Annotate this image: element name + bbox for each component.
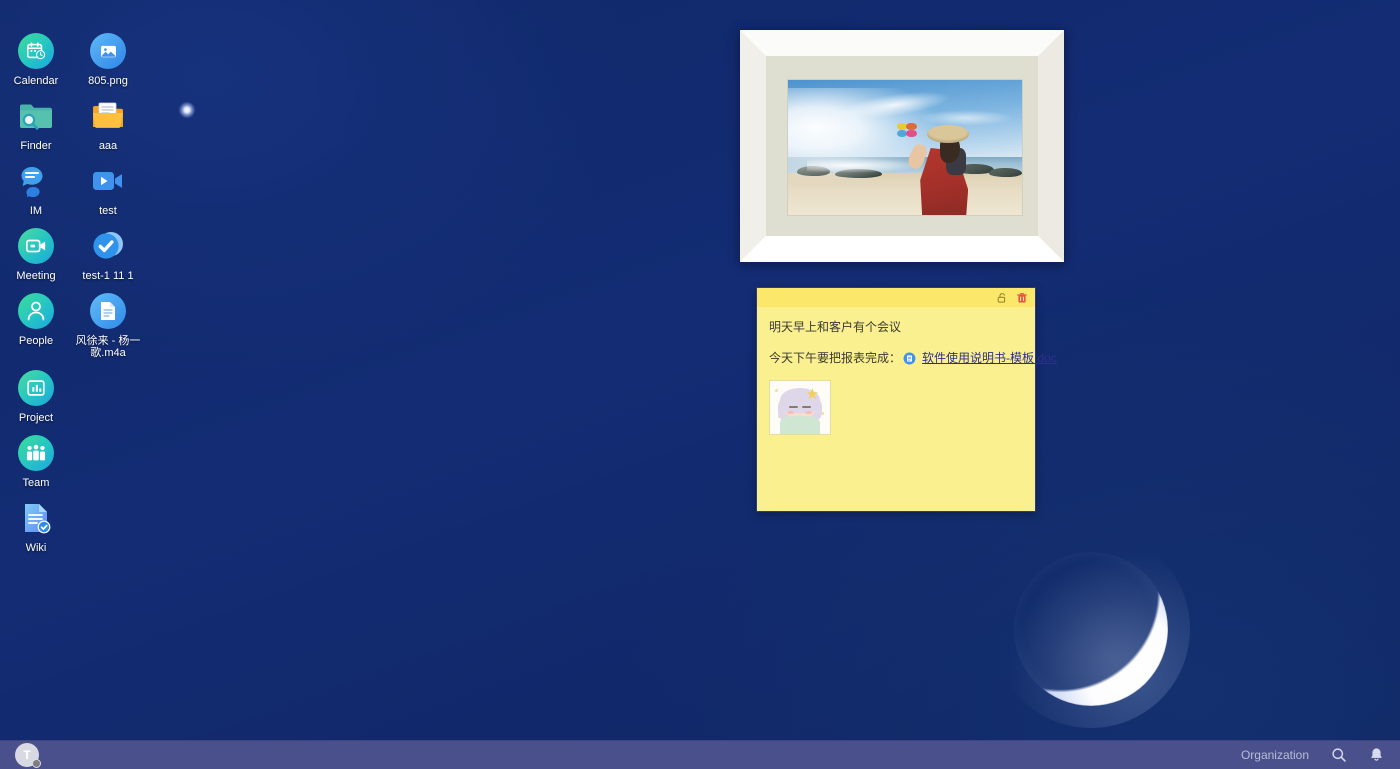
sticky-note-toolbar xyxy=(757,288,1035,307)
taskbar-right-group: Organization xyxy=(1241,747,1400,763)
sticky-note-widget[interactable]: 明天早上和客户有个会议 今天下午要把报表完成： 软件使用说明书-模板.doc ★ xyxy=(756,287,1057,512)
desktop-icon-wiki[interactable]: Wiki xyxy=(0,489,72,554)
desktop-icon-people[interactable]: People xyxy=(0,282,72,359)
calendar-icon xyxy=(17,32,55,70)
frame-bevel-top xyxy=(740,30,1064,56)
folder-open-icon xyxy=(89,97,127,135)
star-glow xyxy=(179,102,195,118)
desktop-icon-project[interactable]: Project xyxy=(0,359,72,424)
desktop-icon-test-1-11-1[interactable]: test-1 11 1 xyxy=(72,217,144,282)
search-icon[interactable] xyxy=(1331,747,1347,763)
note-text-line-2-row: 今天下午要把报表完成： 软件使用说明书-模板.doc xyxy=(769,349,1057,367)
desktop-icon-test[interactable]: test xyxy=(72,152,144,217)
desktop-icon-label: 风徐来 - 杨一歌.m4a xyxy=(75,335,141,359)
icon-row: IM test xyxy=(0,152,150,217)
icon-row: Calendar 805.png xyxy=(0,22,150,87)
desktop-icon-805png[interactable]: 805.png xyxy=(72,22,144,87)
image-file-icon xyxy=(89,32,127,70)
crescent-moon xyxy=(992,530,1190,728)
desktop-icon-label: Wiki xyxy=(25,542,47,554)
status-badge xyxy=(32,759,41,768)
chart-board-icon xyxy=(17,369,55,407)
desktop-icon-label: test xyxy=(99,205,117,217)
document-check-icon xyxy=(17,499,55,537)
person-icon xyxy=(17,292,55,330)
desktop-icon-label: Finder xyxy=(20,140,52,152)
team-group-icon xyxy=(17,434,55,472)
icon-row: Team xyxy=(0,424,150,489)
desktop-icon-audio-file[interactable]: 风徐来 - 杨一歌.m4a xyxy=(72,282,144,359)
desktop-icon-meeting[interactable]: Meeting xyxy=(0,217,72,282)
desktop-icon-label: Meeting xyxy=(16,270,56,282)
note-attachment-link[interactable]: 软件使用说明书-模板.doc xyxy=(922,349,1057,367)
avatar[interactable]: T xyxy=(15,743,41,768)
desktop-icon-im[interactable]: IM xyxy=(0,152,72,217)
photo-image xyxy=(787,79,1023,216)
bell-icon[interactable] xyxy=(1369,747,1384,763)
desktop-icon-label: test-1 11 1 xyxy=(82,270,134,282)
frame-bevel-left xyxy=(740,30,766,262)
note-text-line-2: 今天下午要把报表完成： xyxy=(769,351,902,365)
trash-icon[interactable] xyxy=(1015,291,1028,304)
desktop-icon-grid: Calendar 805.png Finder aaa IM test Meet… xyxy=(0,22,150,554)
photo-frame-widget[interactable] xyxy=(739,29,1065,263)
frame-bevel-right xyxy=(1038,30,1064,262)
desktop-icon-calendar[interactable]: Calendar xyxy=(0,22,72,87)
frame-bevel-bottom xyxy=(740,236,1064,262)
desktop-icon-label: aaa xyxy=(98,140,118,152)
desktop-icon-label: People xyxy=(18,335,54,347)
desktop-background xyxy=(0,0,1400,769)
chat-bubbles-icon xyxy=(17,162,55,200)
finder-icon xyxy=(17,97,55,135)
icon-row: Finder aaa xyxy=(0,87,150,152)
icon-row: People 风徐来 - 杨一歌.m4a xyxy=(0,282,150,359)
icon-row: Project xyxy=(0,359,150,424)
moon-lit-crescent xyxy=(1014,552,1168,706)
desktop-icon-label: Project xyxy=(18,412,54,424)
check-circle-icon xyxy=(89,227,127,265)
desktop-icon-label: Team xyxy=(22,477,50,489)
taskbar: T Organization xyxy=(0,740,1400,769)
organization-label[interactable]: Organization xyxy=(1241,748,1309,762)
unlock-icon[interactable] xyxy=(995,291,1008,304)
video-camera-icon xyxy=(89,162,127,200)
document-icon xyxy=(89,292,127,330)
sticky-note-body[interactable]: 明天早上和客户有个会议 今天下午要把报表完成： 软件使用说明书-模板.doc ★ xyxy=(757,307,1057,511)
note-image-thumbnail[interactable]: ★ xyxy=(769,380,831,435)
icon-row: Wiki xyxy=(0,489,150,554)
desktop-icon-team[interactable]: Team xyxy=(0,424,72,489)
desktop-icon-aaa[interactable]: aaa xyxy=(72,87,144,152)
desktop-icon-label: Calendar xyxy=(13,75,59,87)
doc-attachment-icon xyxy=(903,352,916,365)
desktop-icon-finder[interactable]: Finder xyxy=(0,87,72,152)
star-icon: ★ xyxy=(805,386,820,404)
icon-row: Meeting test-1 11 1 xyxy=(0,217,150,282)
desktop-icon-label: 805.png xyxy=(88,75,128,87)
desktop-icon-label: IM xyxy=(29,205,43,217)
meeting-video-icon xyxy=(17,227,55,265)
note-text-line-1: 明天早上和客户有个会议 xyxy=(769,320,902,334)
